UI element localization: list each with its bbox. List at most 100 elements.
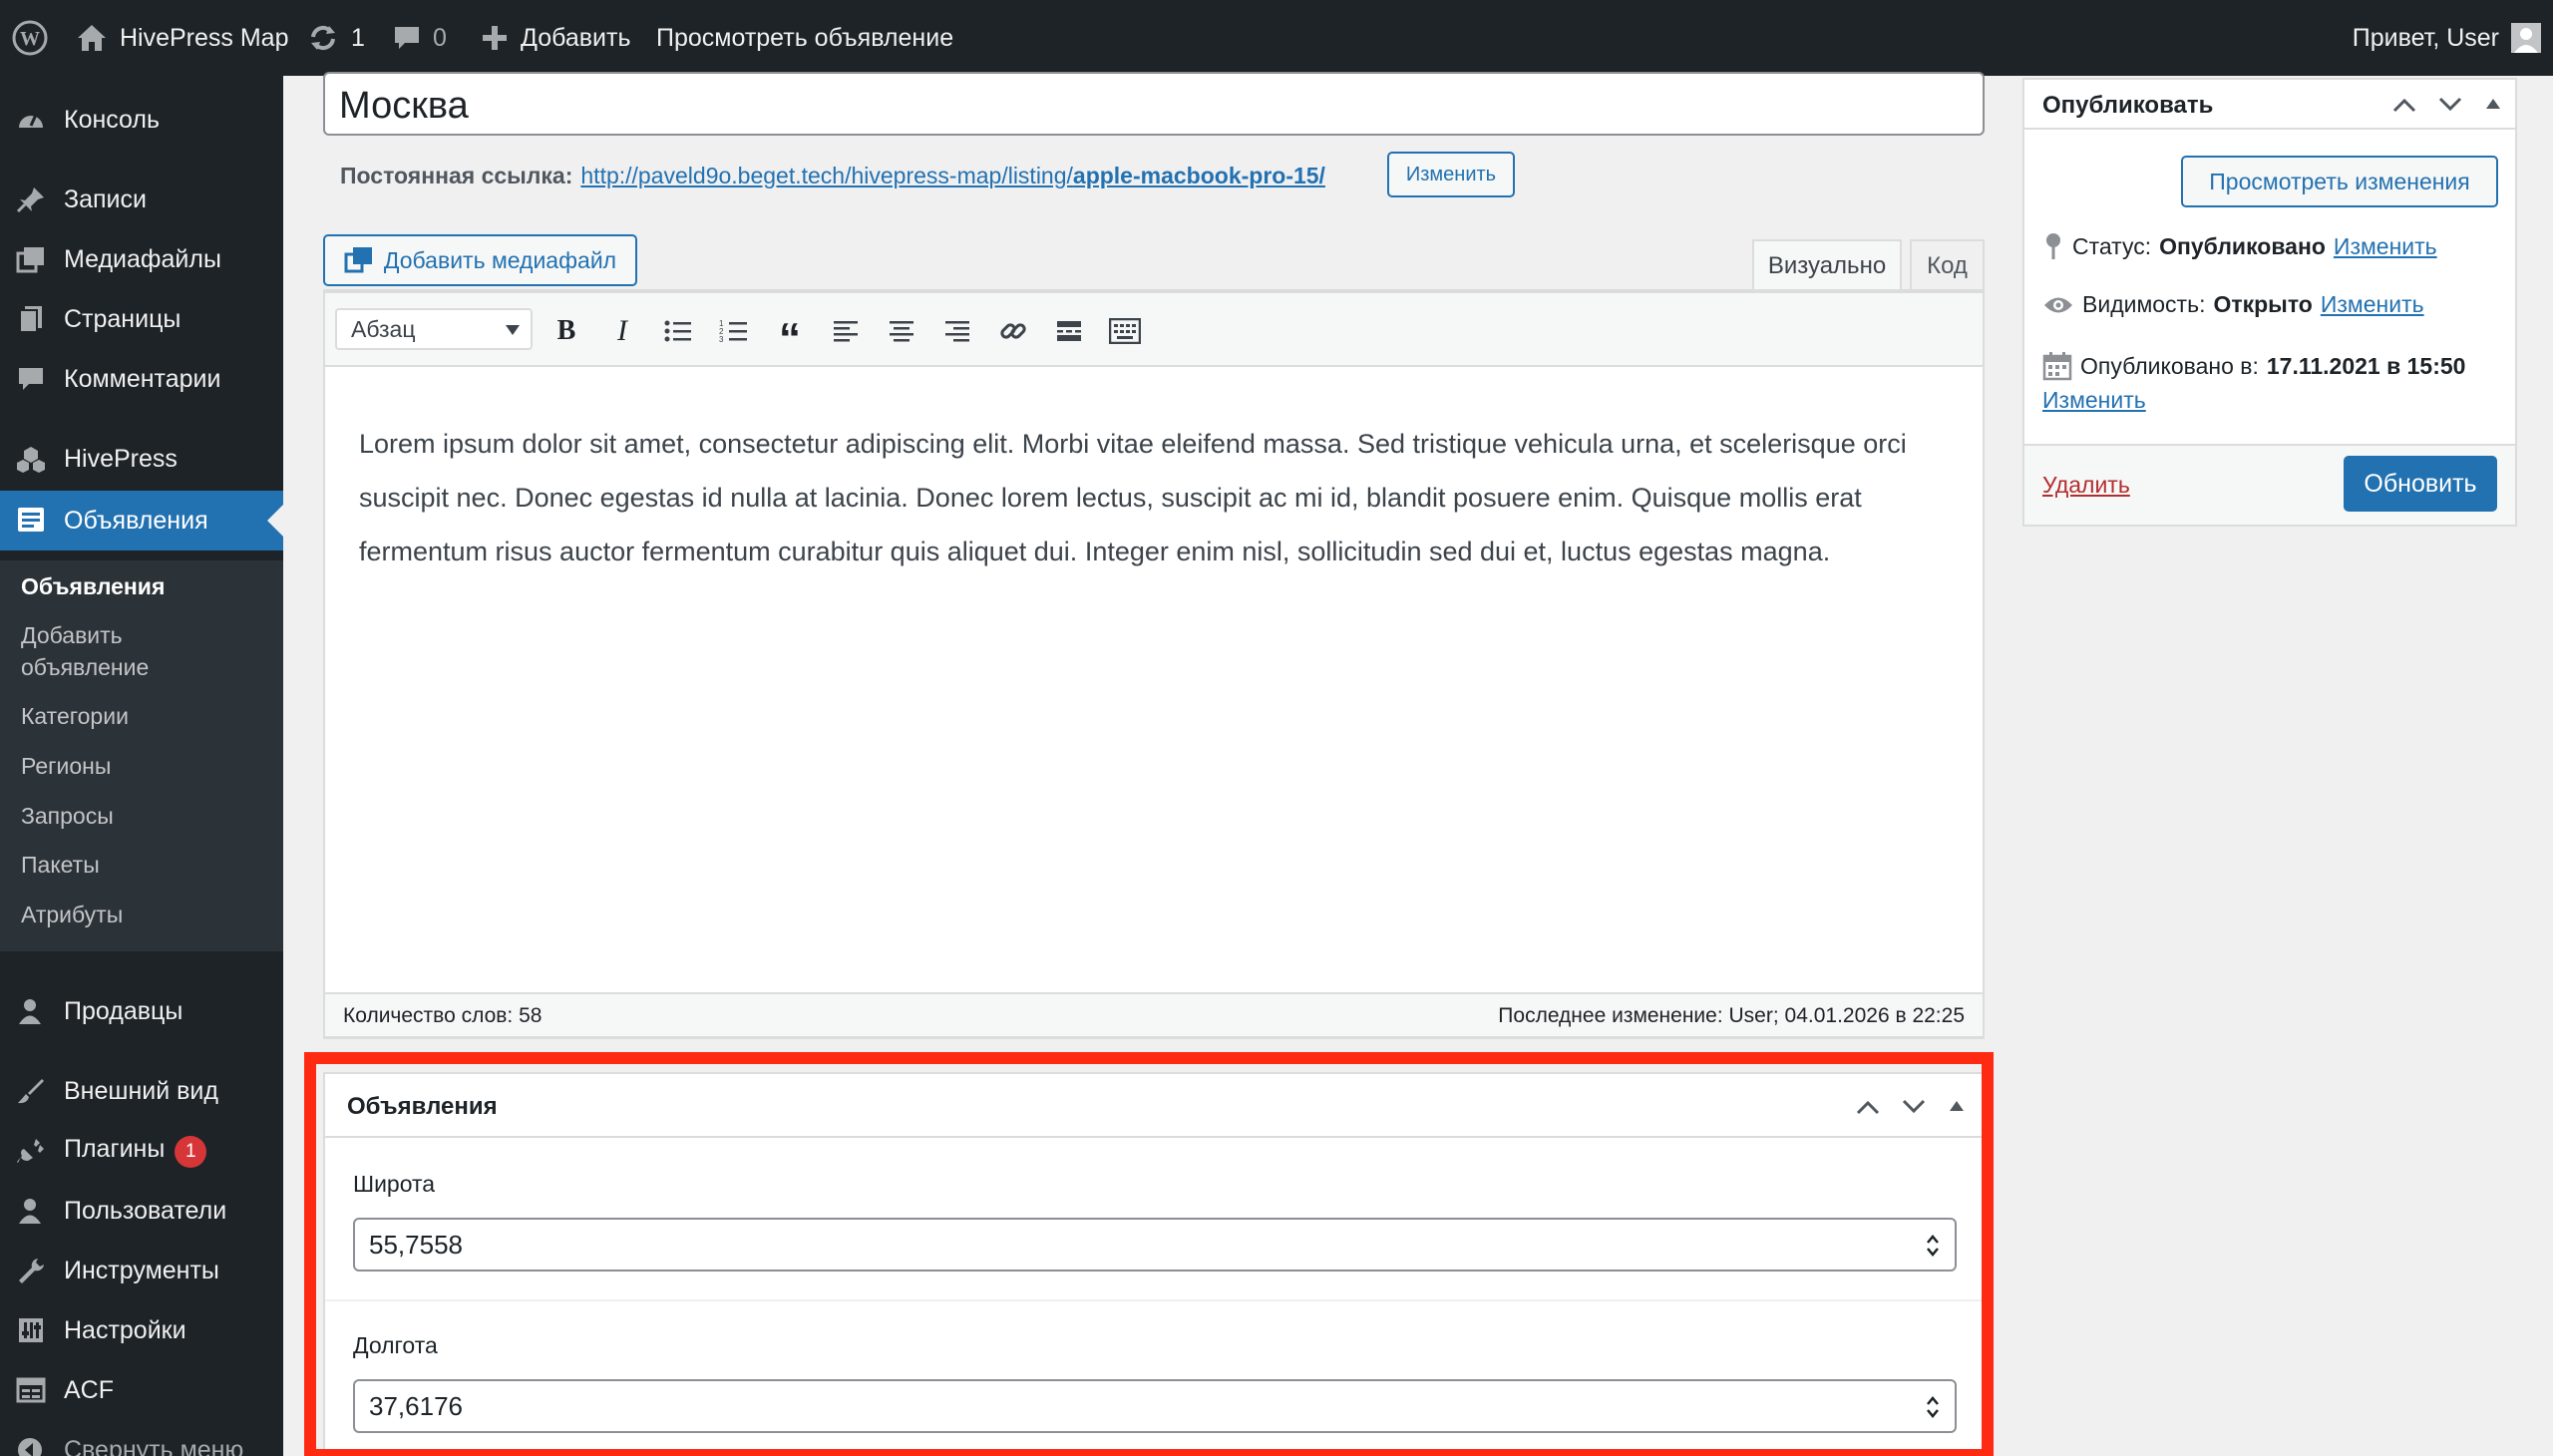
- read-more-icon[interactable]: [1049, 311, 1089, 351]
- site-name: HivePress Map: [120, 23, 289, 52]
- word-count: Количество слов: 58: [343, 1004, 543, 1027]
- permalink-label: Постоянная ссылка:: [340, 162, 573, 188]
- menu-item-plugins[interactable]: Плагины 1: [0, 1123, 283, 1179]
- toolbar-toggle-icon[interactable]: [1105, 311, 1145, 351]
- submenu-requests[interactable]: Запросы: [21, 800, 114, 832]
- chevron-down-icon[interactable]: [2437, 96, 2463, 114]
- submenu-categories[interactable]: Категории: [21, 700, 129, 732]
- trash-link[interactable]: Удалить: [2042, 472, 2130, 499]
- permalink-link[interactable]: http://paveld9o.beget.tech/hivepress-map…: [580, 163, 1325, 189]
- svg-text:3: 3: [719, 335, 724, 344]
- menu-item-pages[interactable]: Страницы: [0, 291, 283, 347]
- preview-changes-button[interactable]: Просмотреть изменения: [2181, 156, 2498, 207]
- bullet-list-icon[interactable]: [658, 311, 698, 351]
- italic-icon[interactable]: I: [602, 311, 642, 351]
- submenu-listings[interactable]: Объявления: [21, 570, 165, 602]
- comments-count: 0: [433, 23, 447, 52]
- menu-item-tools[interactable]: Инструменты: [0, 1243, 283, 1298]
- wordpress-logo-icon[interactable]: W: [12, 0, 48, 76]
- highlight-frame: [304, 1052, 1994, 1456]
- admin-menu: Консоль Записи Медиафайлы Страницы Комме…: [0, 76, 283, 1456]
- chevron-up-icon[interactable]: [2391, 96, 2417, 114]
- pages-icon: [19, 306, 42, 333]
- pin-icon: [2046, 233, 2060, 259]
- submenu-add-listing[interactable]: Добавить объявление: [21, 619, 220, 683]
- new-content-link[interactable]: Добавить: [481, 0, 631, 76]
- calendar-icon: [2042, 352, 2072, 381]
- publish-title: Опубликовать: [2042, 92, 2214, 119]
- align-center-icon[interactable]: [882, 311, 921, 351]
- refresh-icon: [311, 25, 335, 51]
- permalink-row: Постоянная ссылка: http://paveld9o.beget…: [340, 158, 1325, 193]
- tab-code[interactable]: Код: [1910, 239, 1985, 293]
- updates-link[interactable]: 1: [307, 0, 365, 76]
- wrench-icon: [19, 1259, 44, 1283]
- site-name-link[interactable]: HivePress Map: [76, 0, 289, 76]
- visibility-row: Видимость: Открыто Изменить: [2042, 291, 2424, 318]
- menu-item-acf[interactable]: ACF: [0, 1362, 283, 1418]
- menu-item-dashboard[interactable]: Консоль: [0, 92, 283, 148]
- updates-count: 1: [351, 23, 365, 52]
- submenu-packages[interactable]: Пакеты: [21, 849, 100, 881]
- publish-box: Опубликовать Просмотреть изменения Стату…: [2022, 78, 2517, 527]
- plus-icon: [483, 26, 507, 50]
- plugin-updates-badge: 1: [175, 1135, 207, 1168]
- settings-icon: [19, 1318, 43, 1342]
- avatar: [2511, 23, 2541, 53]
- align-right-icon[interactable]: [937, 311, 977, 351]
- menu-item-vendors[interactable]: Продавцы: [0, 983, 283, 1039]
- listings-submenu: Объявления Добавить объявление Категории…: [0, 560, 283, 951]
- tab-visual[interactable]: Визуально: [1752, 239, 1902, 293]
- editor-content[interactable]: Lorem ipsum dolor sit amet, consectetur …: [359, 417, 1955, 578]
- link-icon[interactable]: [993, 311, 1033, 351]
- media-icon: [344, 247, 372, 273]
- collapse-menu-button[interactable]: Свернуть меню: [0, 1422, 283, 1456]
- comment-icon: [19, 368, 43, 390]
- menu-item-hivepress[interactable]: HivePress: [0, 431, 283, 487]
- listings-icon: [18, 508, 44, 532]
- hivepress-icon: [17, 447, 45, 473]
- post-title-input[interactable]: Москва: [323, 72, 1985, 136]
- toggle-panel-icon[interactable]: [2485, 98, 2501, 110]
- status-row: Статус: Опубликовано Изменить: [2042, 231, 2437, 261]
- submenu-attributes[interactable]: Атрибуты: [21, 899, 123, 930]
- home-icon: [78, 25, 106, 51]
- submenu-regions[interactable]: Регионы: [21, 750, 111, 782]
- menu-item-posts[interactable]: Записи: [0, 172, 283, 227]
- users-icon: [19, 1199, 41, 1224]
- blockquote-icon[interactable]: “: [770, 311, 810, 361]
- menu-item-appearance[interactable]: Внешний вид: [0, 1063, 283, 1119]
- account-menu[interactable]: Привет, User: [2353, 0, 2541, 76]
- view-listing-link[interactable]: Просмотреть объявление: [656, 0, 953, 76]
- align-left-icon[interactable]: [826, 311, 866, 351]
- pin-icon: [16, 187, 44, 213]
- publish-actions: Удалить Обновить: [2024, 444, 2515, 525]
- menu-item-listings[interactable]: Объявления: [0, 491, 283, 550]
- eye-icon: [2044, 297, 2072, 312]
- menu-item-media[interactable]: Медиафайлы: [0, 231, 283, 287]
- add-media-button[interactable]: Добавить медиафайл: [323, 234, 637, 286]
- bold-icon[interactable]: B: [547, 311, 586, 351]
- vendors-icon: [19, 999, 41, 1024]
- dashboard-icon: [19, 114, 43, 128]
- plugin-icon: [17, 1139, 44, 1163]
- comments-link[interactable]: 0: [393, 0, 447, 76]
- brush-icon: [18, 1079, 44, 1104]
- admin-bar: W HivePress Map 1 0 Добавить Просмотреть…: [0, 0, 2553, 76]
- update-button[interactable]: Обновить: [2344, 456, 2497, 512]
- menu-item-settings[interactable]: Настройки: [0, 1302, 283, 1358]
- menu-item-users[interactable]: Пользователи: [0, 1183, 283, 1239]
- media-icon: [16, 247, 44, 273]
- published-date-edit-link[interactable]: Изменить: [2042, 387, 2146, 414]
- collapse-icon: [18, 1438, 42, 1456]
- numbered-list-icon[interactable]: 123: [714, 311, 754, 351]
- format-select[interactable]: Абзац: [335, 308, 533, 350]
- visibility-edit-link[interactable]: Изменить: [2321, 291, 2424, 318]
- editor-toolbar: B I 123 “: [323, 291, 1985, 367]
- comment-icon: [395, 27, 419, 49]
- editor-area[interactable]: [323, 289, 1985, 1039]
- greeting: Привет, User: [2352, 23, 2499, 52]
- status-edit-link[interactable]: Изменить: [2334, 233, 2437, 260]
- permalink-edit-button[interactable]: Изменить: [1387, 152, 1515, 197]
- menu-item-comments[interactable]: Комментарии: [0, 351, 283, 407]
